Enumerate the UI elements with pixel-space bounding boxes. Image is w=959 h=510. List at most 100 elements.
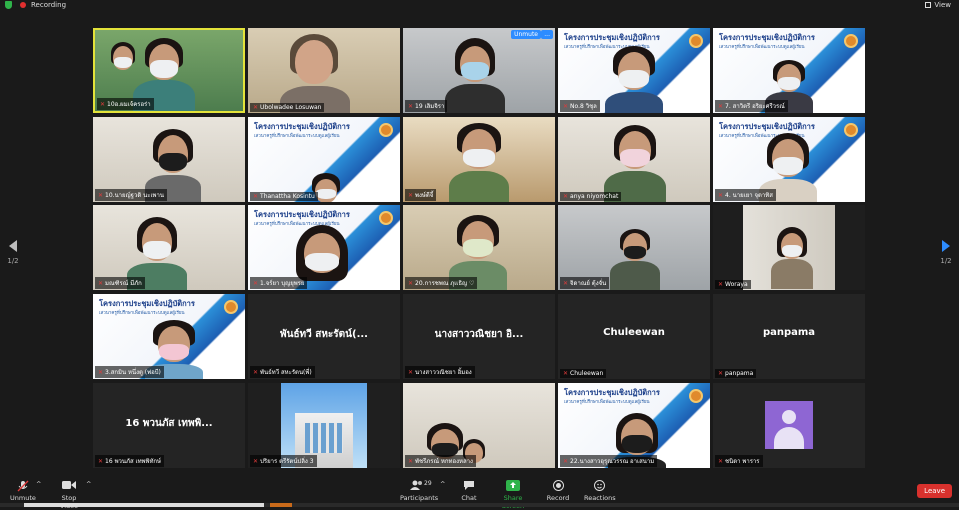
participant-name: พันธ์ทวี สหะรัตน(พี่): [260, 369, 312, 376]
participants-button[interactable]: 29 Participants: [400, 480, 438, 502]
video-tile[interactable]: Unmute ... ✕ 19 เลิมจิรา: [403, 28, 555, 113]
muted-mic-icon: ✕: [718, 370, 724, 377]
participant-name-label: ✕ Chuleewan: [560, 369, 607, 378]
muted-mic-icon: ✕: [718, 458, 724, 465]
muted-mic-icon: ✕: [253, 104, 259, 111]
video-tile[interactable]: ✕ anya niyomchat: [558, 117, 710, 202]
emblem-icon: [844, 123, 858, 137]
share-screen-label: Share Screen: [502, 494, 524, 510]
participant-name-label: ✕ 22.นางสาวอุรุณวรรณ อาเสนาม: [560, 455, 658, 467]
video-tile-camera-off[interactable]: ✕ ชนิดา พาราร: [713, 383, 865, 468]
share-screen-icon: [494, 480, 532, 491]
video-tile-camera-off[interactable]: panpama ✕ panpama: [713, 294, 865, 379]
video-tile[interactable]: ✕ พัชรีภรณ์ หกทองหลาง: [403, 383, 555, 468]
participant-name-label: ✕ Ubolwadee Losuwan: [250, 103, 325, 112]
emblem-icon: [379, 123, 393, 137]
poster-subtitle: เสวนาครูที่ปรึกษาเพื่อพัฒนาระบบดูแลผู้เร…: [719, 45, 805, 50]
video-tile[interactable]: โครงการประชุมเชิงปฏิบัติการ เสวนาครูที่ป…: [713, 28, 865, 113]
video-tile[interactable]: โครงการประชุมเชิงปฏิบัติการ เสวนาครูที่ป…: [248, 205, 400, 290]
unmute-button[interactable]: Unmute: [10, 480, 36, 502]
participants-options-caret-icon[interactable]: ^: [440, 480, 445, 488]
record-button[interactable]: Record: [544, 480, 572, 502]
video-tile[interactable]: ✕ ปริยาร ตรีรัตน์ปลิ่ง 3: [248, 383, 400, 468]
taskbar-segment-accent: [270, 503, 292, 507]
video-tile[interactable]: ✕ Woraya: [713, 205, 865, 290]
view-label: View: [934, 1, 951, 9]
participant-name-label: ✕ 19 เลิมจิรา: [405, 100, 448, 112]
muted-mic-icon: ✕: [253, 458, 259, 465]
emblem-icon: [379, 211, 393, 225]
muted-microphone-icon: [10, 480, 36, 492]
muted-mic-icon: ✕: [563, 280, 569, 287]
video-options-caret-icon[interactable]: ^: [86, 480, 91, 488]
video-tile[interactable]: โครงการประชุมเชิงปฏิบัติการ เสวนาครูที่ป…: [713, 117, 865, 202]
more-options-button[interactable]: ...: [541, 30, 553, 39]
participant-display-name: 16 พวนภัส เทพพิ...: [125, 418, 213, 429]
chat-button[interactable]: Chat: [456, 480, 482, 502]
participant-display-name: นางสาววณิชยา อิ...: [434, 329, 524, 340]
audio-options-caret-icon[interactable]: ^: [36, 480, 41, 488]
muted-mic-icon: ✕: [253, 193, 259, 200]
tile-scene: โครงการประชุมเชิงปฏิบัติการ เสวนาครูที่ป…: [248, 117, 400, 202]
muted-mic-icon: ✕: [408, 369, 414, 376]
participant-name: มณฑิรณ์ มีภัก: [105, 280, 142, 287]
participant-name: 1.จร์ยา บุญยุพรย: [260, 280, 305, 287]
video-tile-camera-off[interactable]: พันธ์ทวี สหะรัตน์(... ✕ พันธ์ทวี สหะรัตน(…: [248, 294, 400, 379]
video-tile[interactable]: โครงการประชุมเชิงปฏิบัติการ เสวนาครูที่ป…: [248, 117, 400, 202]
muted-mic-icon: ✕: [98, 192, 104, 199]
video-tile[interactable]: ✕ Ubolwadee Losuwan: [248, 28, 400, 113]
record-label: Record: [546, 494, 570, 502]
participant-name-label: ✕ No.8 วิชุล: [560, 100, 600, 112]
video-tile[interactable]: ✕ พงษ์ดีจี้: [403, 117, 555, 202]
muted-mic-icon: ✕: [408, 280, 414, 287]
video-tile-camera-off[interactable]: Chuleewan ✕ Chuleewan: [558, 294, 710, 379]
video-tile[interactable]: ✕ 10.นายญ์ฐวดิ นะเพาน: [93, 117, 245, 202]
participant-name-label: ✕ พัชรีภรณ์ หกทองหลาง: [405, 455, 476, 467]
recording-label[interactable]: Recording: [31, 0, 66, 10]
reactions-button[interactable]: Reactions: [584, 480, 616, 502]
muted-mic-icon: ✕: [408, 458, 414, 465]
participant-name-label: ✕ 7. สาวิตรี อริยะศรีวรณ์: [715, 100, 788, 112]
poster-subtitle: เสวนาครูที่ปรึกษาเพื่อพัฒนาระบบดูแลผู้เร…: [99, 311, 185, 316]
participant-name-label: ✕ จิดาณย์ ตุ้งจั่น: [560, 277, 610, 289]
video-tile-camera-off[interactable]: นางสาววณิชยา อิ... ✕ นางสาววณิชยา อิ้มอง: [403, 294, 555, 379]
video-tile[interactable]: โครงการประชุมเชิงปฏิบัติการ เสวนาครูที่ป…: [93, 294, 245, 379]
video-tile[interactable]: โครงการประชุมเชิงปฏิบัติการ เสวนาครูที่ป…: [558, 383, 710, 468]
participant-name: 22.นางสาวอุรุณวรรณ อาเสนาม: [570, 458, 655, 465]
participant-name: 10.นายญ์ฐวดิ นะเพาน: [105, 192, 164, 199]
video-tile-camera-off[interactable]: 16 พวนภัส เทพพิ... ✕ 16 พวนภัส เทพพิทักษ์: [93, 383, 245, 468]
participant-name-label: ✕ พันธ์ทวี สหะรัตน(พี่): [250, 366, 315, 378]
participant-name-label: ✕ ชนิดา พาราร: [715, 455, 763, 467]
avatar-placeholder-icon: [765, 401, 813, 449]
participant-name: 16 พวนภัส เทพพิทักษ์: [105, 458, 161, 465]
video-tile[interactable]: ✕ 20.การชพณ ภุเเธิญ ♡: [403, 205, 555, 290]
participant-name-label: ✕ 20.การชพณ ภุเเธิญ ♡: [405, 277, 478, 289]
poster-subtitle: เสวนาครูที่ปรึกษาเพื่อพัฒนาระบบดูแลผู้เร…: [254, 134, 340, 139]
participant-display-name: Chuleewan: [603, 327, 665, 338]
video-tile[interactable]: ✕ มณฑิรณ์ มีภัก: [93, 205, 245, 290]
leave-button[interactable]: Leave: [917, 484, 952, 498]
emblem-icon: [689, 389, 703, 403]
participant-name-label: ✕ anya niyomchat: [560, 192, 622, 201]
muted-mic-icon: ✕: [718, 281, 724, 288]
participant-name: Woraya: [725, 281, 748, 288]
stop-video-label: Stop Video: [60, 494, 78, 510]
unmute-hover-button[interactable]: Unmute: [511, 30, 541, 39]
view-button[interactable]: View: [925, 0, 951, 10]
video-tile[interactable]: ✕ จิดาณย์ ตุ้งจั่น: [558, 205, 710, 290]
participant-name-label: ✕ ปริยาร ตรีรัตน์ปลิ่ง 3: [250, 455, 317, 467]
participant-name: Thanattha Kosintu: [260, 193, 315, 200]
participant-name: 19 เลิมจิรา: [415, 103, 445, 110]
participant-name: นางสาววณิชยา อิ้มอง: [415, 369, 472, 376]
participant-name-label: ✕ panpama: [715, 369, 757, 378]
participant-name: Ubolwadee Losuwan: [260, 104, 322, 111]
video-gallery: ✕ 10อ.ผมเจ้ครอร่า ✕ Ubolwadee Losuwan Unmu…: [93, 28, 866, 468]
next-page-button[interactable]: 1/2: [939, 240, 953, 265]
participant-name: 7. สาวิตรี อริยะศรีวรณ์: [725, 103, 785, 110]
video-tile-active-speaker[interactable]: ✕ 10อ.ผมเจ้ครอร่า: [93, 28, 245, 113]
video-tile[interactable]: โครงการประชุมเชิงปฏิบัติการ เสวนาครูที่ป…: [558, 28, 710, 113]
muted-mic-icon: ✕: [718, 103, 724, 110]
previous-page-button[interactable]: 1/2: [6, 240, 20, 265]
recording-dot-icon: [20, 2, 26, 8]
security-shield-icon[interactable]: [5, 1, 12, 9]
